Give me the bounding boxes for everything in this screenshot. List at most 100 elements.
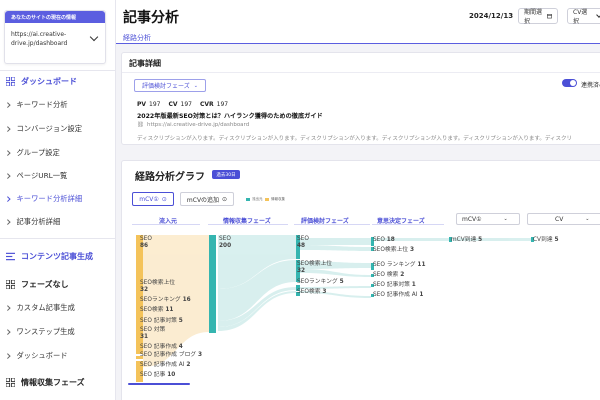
node-value: 48: [297, 243, 306, 249]
decision-node-label: SEO検索上位 3: [373, 247, 414, 254]
divider: [122, 72, 600, 73]
eval-node-label: SEO 48: [297, 236, 309, 250]
sidebar: あなたのサイトの現在の情報 https://ai.creative- drive…: [0, 0, 116, 400]
inflow-node-label: SEO検索上位 32: [140, 280, 175, 294]
inflow-node-label: SEO 記事 10: [140, 372, 175, 379]
calendar-icon: [547, 14, 552, 19]
sidebar-item-conversion-settings[interactable]: コンバージョン設定: [0, 121, 116, 137]
chevron-down-icon: [596, 12, 600, 18]
sidebar-item-group-settings[interactable]: グループ設定: [0, 145, 116, 161]
node-value: 5: [554, 237, 559, 243]
node-value: 5: [178, 318, 183, 324]
sidebar-item-dashboard[interactable]: ダッシュボード: [0, 348, 116, 364]
sidebar-item-page-url-list[interactable]: ページURL一覧: [0, 168, 116, 184]
node-value: 200: [219, 243, 232, 249]
node-value: 2: [186, 362, 191, 368]
mcv-node-label: mCV到達 5: [451, 237, 482, 244]
nav-info-phase[interactable]: 情報収集フェーズ: [0, 372, 116, 392]
article-detail-title: 記事詳細: [129, 59, 161, 68]
article-url[interactable]: ⛓ https://ai.creative-drive.jp/dashboard: [137, 122, 249, 128]
pv-label: PV: [137, 101, 147, 108]
node-value: 32: [297, 268, 306, 274]
node-name: SEO検索上位: [373, 247, 409, 253]
decision-node-label: SEO 記事作成 AI 1: [373, 292, 423, 299]
sidebar-item-keyword-analysis[interactable]: キーワード分析: [0, 97, 116, 113]
eval-node-label: SEO検索上位 32: [297, 261, 332, 275]
inflow-node-label: SEO 記事作成 AI 2: [140, 362, 190, 369]
sankey-labels: SEO 86 SEO検索上位 32 SEOランキング 16 SEO検索 11 SEO…: [122, 161, 600, 400]
inflow-node-label: SEOランキング 16: [140, 297, 191, 304]
page-title: 記事分析: [123, 10, 179, 26]
chevron-right-icon: [5, 150, 11, 156]
node-value: 1: [419, 292, 424, 298]
sidebar-item-custom-article[interactable]: カスタム記事生成: [0, 300, 116, 316]
node-name: SEO: [297, 236, 309, 242]
inflow-node-label: SEO 対策 31: [140, 327, 165, 341]
breadcrumb[interactable]: 経路分析: [123, 33, 151, 43]
node-value: 10: [167, 372, 176, 378]
node-name: SEO: [373, 237, 385, 243]
node-name: SEO 検索: [373, 272, 399, 278]
site-selector-header: あなたのサイトの現在の情報: [5, 11, 105, 23]
article-detail-card: 記事詳細 評価検討フェーズ ⌄ 連携済み PV197 CV197 CVR197 …: [121, 52, 600, 145]
chevron-right-icon: [5, 126, 11, 132]
node-name: SEO 記事作成 ブログ: [140, 352, 197, 358]
article-description: ディスクリプションが入ります。ディスクリプションが入ります。ディスクリプションが…: [137, 136, 572, 142]
grid-icon: [6, 377, 15, 387]
node-name: SEO 記事対策: [373, 282, 410, 288]
node-value: 1: [411, 282, 416, 288]
nav-phase-none-label: フェーズなし: [21, 279, 69, 289]
node-name: SEO 対策: [140, 327, 166, 333]
chevron-right-icon: [5, 173, 11, 179]
cv-select-dropdown[interactable]: CV選択: [567, 8, 600, 25]
node-value: 2: [400, 272, 405, 278]
sidebar-item-label: コンバージョン設定: [16, 124, 83, 133]
node-name: SEO 記事作成 AI: [140, 362, 185, 368]
chevron-right-icon: [5, 353, 11, 359]
node-value: 5: [478, 237, 483, 243]
route-graph-card: 経路分析グラフ 過去30日 mCV① ⊙ mCVの追加 ⊙ 流出元 情報収集 流…: [121, 160, 600, 400]
sidebar-item-label: キーワード分析: [16, 100, 68, 109]
node-value: 3: [198, 352, 203, 358]
sidebar-item-label: グループ設定: [16, 148, 60, 157]
chevron-right-icon: [5, 329, 11, 335]
node-value: 31: [140, 334, 149, 340]
current-date: 2024/12/13: [469, 12, 514, 20]
inflow-node-label: SEO 記事作成 4: [140, 344, 183, 351]
breadcrumb-bar: 経路分析: [116, 32, 600, 44]
node-value: 16: [182, 297, 191, 303]
node-name: SEO: [219, 236, 231, 242]
divider: [0, 238, 116, 239]
article-metrics: PV 197 CV 197 CVR 197: [137, 101, 233, 108]
node-value: 18: [386, 237, 395, 243]
cvr-label: CVR: [200, 101, 214, 108]
nav-content-generation[interactable]: コンテンツ記事生成: [0, 246, 116, 266]
phase-dropdown[interactable]: 評価検討フェーズ ⌄: [134, 79, 206, 92]
phase-dropdown-label: 評価検討フェーズ: [142, 83, 190, 90]
nav-dashboard-label: ダッシュボード: [21, 76, 77, 86]
grid-icon: [6, 279, 15, 289]
sidebar-item-keyword-analysis-detail[interactable]: キーワード分析詳細: [0, 191, 116, 207]
sidebar-item-one-step[interactable]: ワンステップ生成: [0, 324, 116, 340]
nav-content-generation-label: コンテンツ記事生成: [21, 251, 93, 261]
chevron-right-icon: [5, 305, 11, 311]
node-name: CV到達: [533, 237, 553, 243]
pv-value: 197: [149, 101, 161, 108]
info-node-label: SEO 200: [219, 236, 231, 250]
header: 記事分析 2024/12/13 期間選択 CV選択: [116, 0, 600, 32]
site-selector[interactable]: あなたのサイトの現在の情報 https://ai.creative- drive…: [4, 10, 106, 64]
period-select-button[interactable]: 期間選択: [518, 8, 558, 25]
sidebar-item-label: カスタム記事生成: [16, 303, 75, 312]
sidebar-item-article-analysis-detail[interactable]: 記事分析詳細: [0, 214, 116, 230]
node-name: SEO検索上位: [140, 280, 176, 286]
link-toggle[interactable]: [562, 79, 577, 87]
chevron-down-icon[interactable]: [89, 32, 99, 42]
node-value: 86: [140, 243, 149, 249]
node-name: SEO検索上位: [297, 261, 333, 267]
nav-phase-none[interactable]: フェーズなし: [0, 274, 116, 294]
sidebar-item-label: ワンステップ生成: [16, 327, 75, 336]
eval-node-label: SEOランキング 5: [297, 279, 344, 286]
nav-dashboard[interactable]: ダッシュボード: [0, 71, 116, 91]
node-value: 32: [140, 287, 149, 293]
node-name: SEOランキング: [140, 297, 181, 303]
